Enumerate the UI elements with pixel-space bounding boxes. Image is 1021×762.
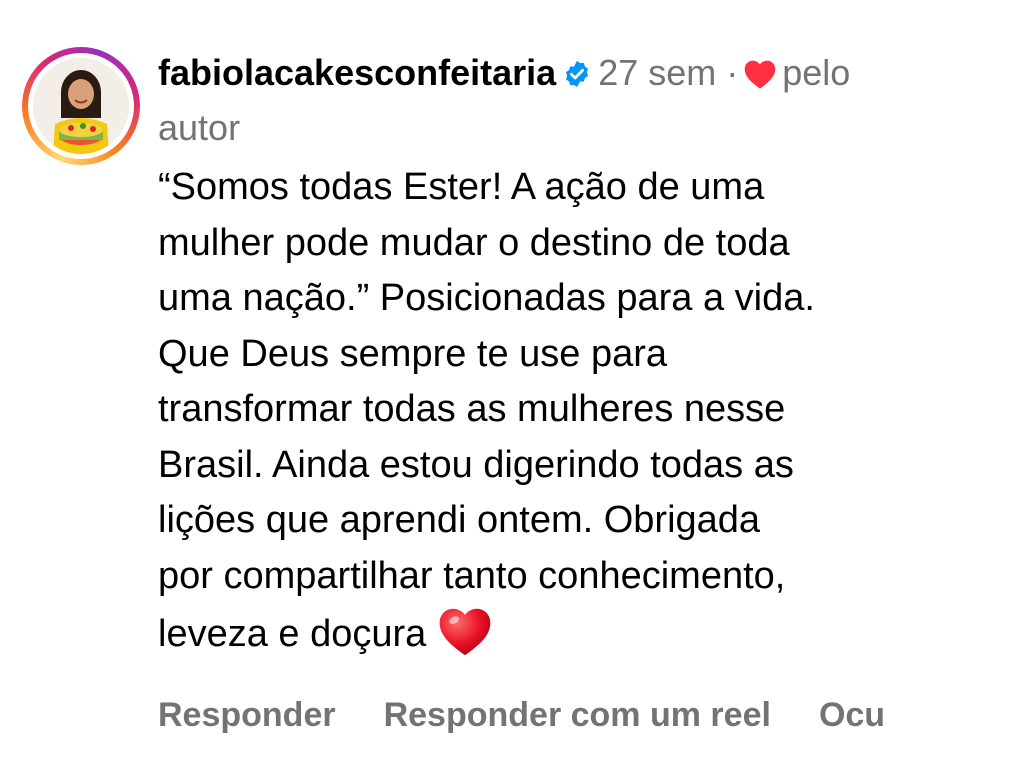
comment-body: “Somos todas Ester! A ação de uma mulher… (158, 160, 1008, 675)
reply-with-reel-button[interactable]: Responder com um reel (384, 696, 771, 734)
avatar[interactable] (33, 58, 129, 154)
comment-actions: Responder Responder com um reel Ocu (158, 690, 1021, 740)
username-link[interactable]: fabiolacakesconfeitaria (158, 52, 556, 93)
reply-button[interactable]: Responder (158, 696, 336, 734)
meta-separator: · (726, 52, 739, 93)
comment-text: “Somos todas Ester! A ação de uma mulher… (158, 166, 815, 655)
comment-header: fabiolacakesconfeitaria 27 sem · pelo auto… (158, 48, 998, 153)
liked-by-author-label-2: autor (158, 107, 241, 148)
avatar-story-ring[interactable] (22, 47, 140, 165)
hide-button[interactable]: Ocu (819, 696, 885, 734)
avatar-photo (33, 58, 129, 154)
heart-icon (742, 53, 778, 103)
liked-by-author-label-1: pelo (782, 52, 851, 93)
avatar-ring-gap (28, 53, 134, 159)
comment-timestamp[interactable]: 27 sem (598, 52, 716, 93)
verified-badge-icon (562, 52, 592, 102)
red-heart-emoji (436, 604, 494, 675)
